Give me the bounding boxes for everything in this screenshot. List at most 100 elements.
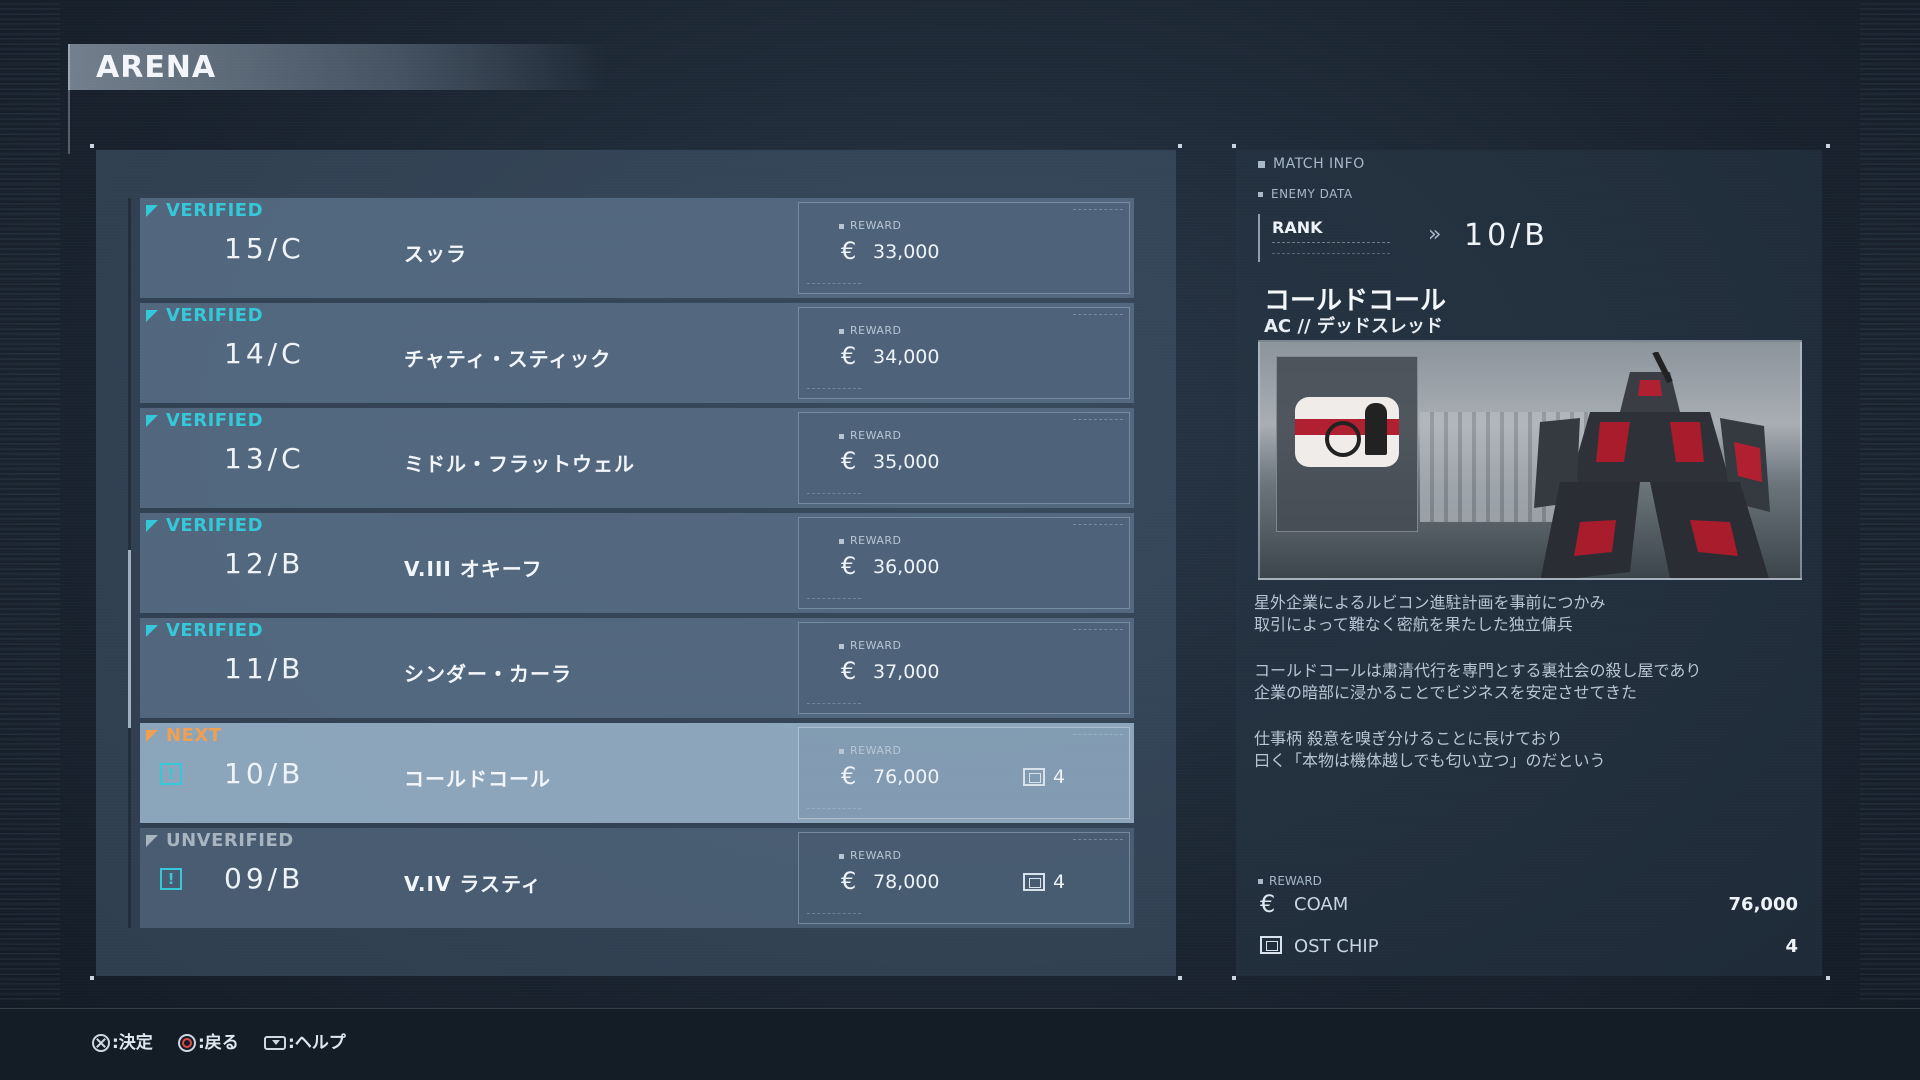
enemy-rank: 10/B: [1464, 218, 1549, 253]
confirm-hint[interactable]: :決定: [92, 1028, 153, 1053]
match-rank: 13/C: [224, 442, 305, 475]
enemy-data-label: ENEMY DATA: [1258, 187, 1353, 201]
match-row-selected[interactable]: NEXT ! 10/B コールドコール REWARD € 76,000 4: [140, 723, 1134, 823]
opponent-name: コールドコール: [404, 767, 551, 791]
match-row[interactable]: UNVERIFIED ! 09/B V.IV ラスティ REWARD € 78,…: [140, 828, 1134, 928]
coam-currency-icon: €: [841, 657, 857, 685]
reward-amount: 36,000: [873, 556, 940, 578]
status-flag-icon: [146, 520, 158, 532]
rank-label: RANK: [1272, 218, 1323, 237]
enemy-ac-image: [1258, 340, 1802, 580]
decorative-line: [1073, 629, 1123, 632]
chip-reward-row: OST CHIP 4: [1258, 932, 1798, 960]
match-status: UNVERIFIED: [166, 830, 294, 851]
opponent-name: シンダー・カーラ: [404, 662, 572, 686]
reward-box: REWARD € 78,000 4: [798, 832, 1130, 924]
description-line: コールドコールは粛清代行を専門とする裏社会の殺し屋であり: [1254, 661, 1702, 680]
help-hint[interactable]: :ヘルプ: [264, 1028, 346, 1053]
match-row[interactable]: VERIFIED 15/C スッラ REWARD € 33,000: [140, 198, 1134, 298]
corner-marker: [1826, 144, 1830, 148]
left-edge-decoration: [0, 0, 60, 1000]
reward-label: REWARD: [839, 639, 902, 652]
reward-label: REWARD: [839, 849, 902, 862]
page-title: ARENA: [96, 50, 217, 85]
status-flag-icon: [146, 310, 158, 322]
confirm-label: :決定: [112, 1033, 153, 1053]
coam-currency-icon: €: [841, 867, 857, 895]
reward-box: REWARD € 33,000: [798, 202, 1130, 294]
status-flag-icon: [146, 835, 158, 847]
decorative-line: [807, 913, 861, 915]
right-edge-decoration: [1860, 0, 1920, 1000]
circle-button-icon: [178, 1034, 196, 1052]
reward-label: REWARD: [839, 429, 902, 442]
reward-label: REWARD: [839, 324, 902, 337]
reward-box: REWARD € 35,000: [798, 412, 1130, 504]
reward-box: REWARD € 37,000: [798, 622, 1130, 714]
match-row[interactable]: VERIFIED 11/B シンダー・カーラ REWARD € 37,000: [140, 618, 1134, 718]
armored-core-illustration: [1534, 352, 1770, 578]
decorative-line: [807, 493, 861, 495]
chip-amount: 4: [1053, 871, 1066, 893]
reward-box: REWARD € 36,000: [798, 517, 1130, 609]
emblem-icon: [1295, 397, 1399, 467]
alert-icon: !: [160, 763, 182, 785]
status-flag-icon: [146, 625, 158, 637]
reward-amount: 76,000: [873, 766, 940, 788]
decorative-line: [807, 283, 861, 285]
match-rank: 11/B: [224, 652, 305, 685]
decorative-line: [1073, 524, 1123, 527]
scrollbar-thumb[interactable]: [128, 550, 131, 728]
reward-amount: 37,000: [873, 661, 940, 683]
chip-amount: 4: [1053, 766, 1066, 788]
match-rank: 12/B: [224, 547, 305, 580]
reward-label: REWARD: [839, 744, 902, 757]
decorative-line: [1073, 419, 1123, 422]
decorative-line: [1073, 209, 1123, 212]
match-row[interactable]: VERIFIED 13/C ミドル・フラットウェル REWARD € 35,00…: [140, 408, 1134, 508]
corner-marker: [90, 976, 94, 980]
back-hint[interactable]: :戻る: [178, 1028, 239, 1053]
coam-currency-icon: €: [841, 342, 857, 370]
back-label: :戻る: [198, 1033, 239, 1053]
corner-marker: [1178, 144, 1182, 148]
decorative-line: [807, 598, 861, 600]
description-line: 仕事柄 殺意を嗅ぎ分けることに長けており: [1254, 729, 1563, 748]
decorative-line: [1073, 734, 1123, 737]
corner-marker: [1178, 976, 1182, 980]
opponent-name: スッラ: [404, 242, 467, 266]
reward-box: REWARD € 34,000: [798, 307, 1130, 399]
description-line: 取引によって難なく密航を果たした独立傭兵: [1254, 615, 1573, 634]
reward-amount: 78,000: [873, 871, 940, 893]
match-rank: 14/C: [224, 337, 305, 370]
match-status: VERIFIED: [166, 620, 264, 641]
alert-icon: !: [160, 868, 182, 890]
coam-currency-icon: €: [841, 762, 857, 790]
chip-value: 4: [1785, 936, 1798, 957]
description-line: 企業の暗部に浸かることでビジネスを安定させてきた: [1254, 683, 1638, 702]
touchpad-button-icon: [264, 1036, 286, 1050]
match-status: VERIFIED: [166, 200, 264, 221]
match-row[interactable]: VERIFIED 12/B V.III オキーフ REWARD € 36,000: [140, 513, 1134, 613]
opponent-name: チャティ・スティック: [404, 347, 612, 371]
help-label: :ヘルプ: [288, 1033, 346, 1053]
decorative-line: [807, 703, 861, 705]
description-line: 曰く「本物は機体越しでも匂い立つ」のだという: [1254, 751, 1606, 770]
coam-currency-icon: €: [1260, 890, 1276, 918]
decorative-line: [807, 808, 861, 810]
decorative-lines: [1272, 242, 1390, 254]
reward-summary-label: REWARD: [1258, 874, 1322, 888]
ost-chip-icon: [1023, 768, 1045, 786]
coam-label: COAM: [1294, 894, 1349, 915]
rank-box: RANK: [1258, 214, 1398, 262]
match-status: VERIFIED: [166, 515, 264, 536]
coam-value: 76,000: [1728, 894, 1798, 915]
reward-amount: 34,000: [873, 346, 940, 368]
reward-amount: 35,000: [873, 451, 940, 473]
corner-marker: [1232, 976, 1236, 980]
match-rank: 15/C: [224, 232, 305, 265]
match-row[interactable]: VERIFIED 14/C チャティ・スティック REWARD € 34,000: [140, 303, 1134, 403]
reward-box: REWARD € 76,000 4: [798, 727, 1130, 819]
status-flag-icon: [146, 205, 158, 217]
coam-currency-icon: €: [841, 237, 857, 265]
